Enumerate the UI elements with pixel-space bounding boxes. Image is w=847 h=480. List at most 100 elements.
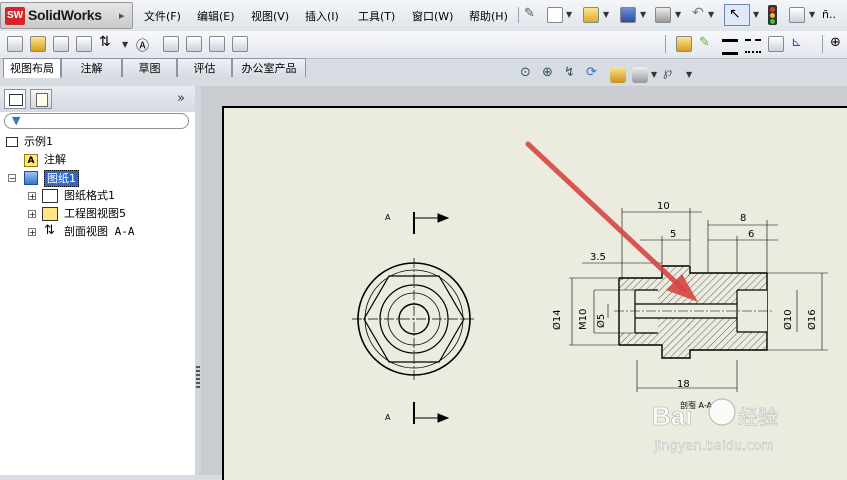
expand-icon[interactable]: + (28, 228, 36, 237)
menu-help[interactable]: 帮助(H) (469, 8, 508, 24)
open-folder-icon[interactable] (583, 7, 599, 23)
toolbar-overflow[interactable]: ñ.. (822, 8, 836, 21)
dim-6[interactable]: 6 (748, 229, 754, 240)
property-manager-tab[interactable] (30, 89, 52, 109)
dim-18[interactable]: 18 (677, 379, 690, 390)
toolbar-separator (822, 35, 823, 53)
solidworks-logo[interactable]: SW SolidWorks ▸ (0, 2, 133, 29)
sheet-format-icon (42, 189, 58, 203)
graphics-area[interactable]: 10 5 8 6 3.5 Ø14 M10 Ø5 Ø10 Ø16 18 A A 剖… (201, 86, 847, 480)
feature-manager-tab[interactable] (4, 89, 26, 109)
pin-menu-icon[interactable]: ✎ (524, 6, 535, 21)
dim-dia-16[interactable]: Ø16 (806, 309, 818, 330)
dim-5[interactable]: 5 (670, 229, 676, 240)
app-name: SolidWorks (28, 7, 102, 23)
tab-evaluate[interactable]: 评估 (177, 58, 232, 77)
baidu-watermark: Bai 经验 jingyan.baidu.com (652, 398, 778, 454)
hide-show-edges-icon[interactable] (768, 36, 784, 52)
front-view[interactable] (352, 212, 476, 424)
select-button[interactable]: ↖ (724, 4, 750, 26)
hide-show-items-icon[interactable] (632, 67, 648, 83)
zoom-to-fit-icon[interactable]: ⊙ (520, 65, 531, 80)
line-style-icon[interactable] (745, 39, 761, 53)
layer-properties-icon[interactable] (676, 36, 692, 52)
splitter-grip-icon[interactable] (196, 366, 200, 390)
save-dropdown-icon[interactable]: ▼ (640, 10, 646, 19)
projected-view-icon[interactable] (30, 36, 46, 52)
tab-view-layout[interactable]: 视图布局 (3, 58, 61, 78)
menu-window[interactable]: 窗口(W) (412, 8, 453, 24)
undo-dropdown-icon[interactable]: ▼ (708, 10, 714, 19)
color-display-mode-icon[interactable]: ⊾ (791, 35, 802, 50)
crop-view-icon[interactable] (209, 36, 225, 52)
print-icon[interactable] (655, 7, 671, 23)
view-settings-icon[interactable]: ℘ (663, 65, 672, 80)
dim-m10[interactable]: M10 (578, 309, 589, 330)
tab-office-products[interactable]: 办公室产品 (232, 58, 306, 77)
section-dropdown-icon[interactable]: ▼ (122, 40, 128, 49)
dim-10[interactable]: 10 (657, 201, 670, 212)
drawing-sheet[interactable]: 10 5 8 6 3.5 Ø14 M10 Ø5 Ø10 Ø16 18 A A 剖… (222, 106, 847, 480)
line-color-icon[interactable]: ✎ (699, 35, 710, 50)
tab-annotation[interactable]: 注解 (61, 58, 122, 77)
menu-view[interactable]: 视图(V) (251, 8, 289, 24)
filter-input[interactable]: ▼ (4, 113, 189, 129)
menu-file[interactable]: 文件(F) (144, 8, 181, 24)
dim-dia-14[interactable]: Ø14 (551, 309, 563, 330)
display-style-icon[interactable] (610, 67, 626, 83)
broken-out-section-icon[interactable] (163, 36, 179, 52)
undo-icon[interactable]: ↶ (692, 5, 704, 21)
new-document-icon[interactable] (547, 7, 563, 23)
save-icon[interactable] (620, 7, 636, 23)
detail-view-icon[interactable]: Ⓐ (136, 35, 149, 54)
rebuild-traffic-light-icon[interactable] (768, 5, 777, 25)
tree-item-sheet-format-label: 图纸格式1 (64, 189, 115, 202)
section-view[interactable] (614, 265, 774, 359)
dim-dia-10[interactable]: Ø10 (782, 309, 794, 330)
auxiliary-view-icon[interactable] (76, 36, 92, 52)
view-settings-dropdown-icon[interactable]: ▼ (686, 70, 692, 79)
new-dropdown-icon[interactable]: ▼ (566, 10, 572, 19)
drawing-view-icon (42, 207, 58, 221)
print-dropdown-icon[interactable]: ▼ (675, 10, 681, 19)
pin-icon[interactable]: ▸ (119, 9, 125, 22)
file-properties-icon[interactable] (789, 7, 805, 23)
tab-sketch[interactable]: 草图 (122, 58, 177, 77)
hide-show-dropdown-icon[interactable]: ▼ (651, 70, 657, 79)
dim-8[interactable]: 8 (740, 213, 746, 224)
menu-tools[interactable]: 工具(T) (358, 8, 395, 24)
open-dropdown-icon[interactable]: ▼ (603, 10, 609, 19)
properties-dropdown-icon[interactable]: ▼ (809, 10, 815, 19)
watermark-brand: Bai (652, 401, 692, 431)
select-dropdown-icon[interactable]: ▼ (753, 10, 759, 19)
feature-tree-icon (9, 94, 23, 106)
dim-3-5[interactable]: 3.5 (590, 252, 606, 263)
drawing-document-icon (6, 137, 18, 147)
section-view-icon: ⇅ (44, 223, 55, 238)
expand-icon[interactable]: + (28, 192, 36, 201)
model-view-icon[interactable] (7, 36, 23, 52)
collapse-icon[interactable]: − (8, 174, 16, 183)
zoom-icon[interactable]: ⊕ (830, 35, 841, 50)
tree-item-sheet1-label: 图纸1 (44, 170, 79, 187)
menu-insert[interactable]: 插入(I) (305, 8, 339, 24)
standard-3-view-icon[interactable] (53, 36, 69, 52)
zoom-to-area-icon[interactable]: ⊕ (542, 65, 553, 80)
alternate-position-icon[interactable] (232, 36, 248, 52)
previous-view-icon[interactable]: ↯ (564, 65, 575, 80)
expand-icon[interactable]: + (28, 210, 36, 219)
collapse-panel-icon[interactable]: » (177, 91, 185, 106)
section-label-bottom: A (385, 413, 391, 422)
menu-edit[interactable]: 编辑(E) (197, 8, 235, 24)
watermark-brand2: 经验 (738, 405, 778, 429)
menu-bar: SW SolidWorks ▸ 文件(F) 编辑(E) 视图(V) 插入(I) … (0, 0, 847, 32)
line-thickness-icon[interactable] (722, 39, 738, 55)
section-label-top: A (385, 213, 391, 222)
command-manager-tabs: 视图布局 注解 草图 评估 办公室产品 (0, 58, 310, 78)
rebuild-icon[interactable]: ⟳ (586, 65, 597, 80)
tree-root-label: 示例1 (24, 135, 53, 148)
break-view-icon[interactable] (186, 36, 202, 52)
section-view-tool-icon[interactable]: ⇅ (99, 34, 111, 50)
drawing-canvas: 10 5 8 6 3.5 Ø14 M10 Ø5 Ø10 Ø16 18 A A 剖… (352, 141, 828, 454)
dim-dia-5[interactable]: Ø5 (595, 314, 607, 328)
